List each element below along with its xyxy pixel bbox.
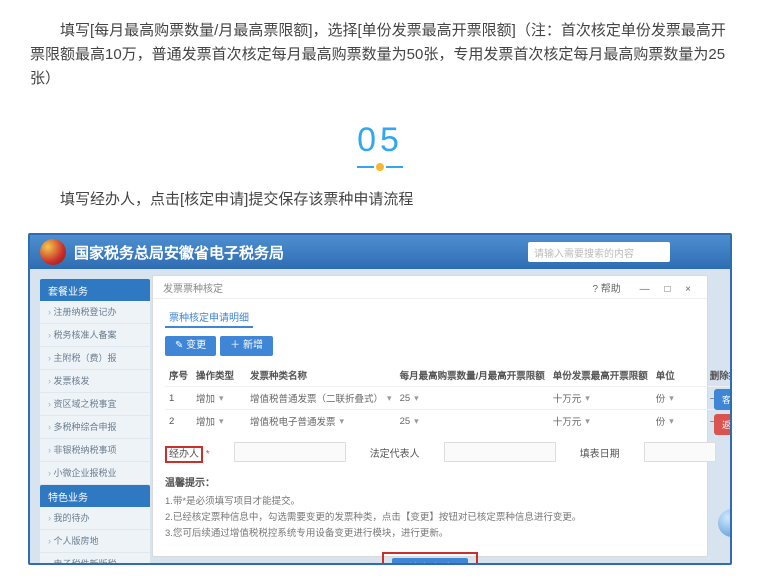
col-unit: 单位	[652, 364, 706, 387]
screenshot-container: 国家税务总局安徽省电子税务局 请输入需要搜索的内容 套餐业务 注册纳税登记办 税…	[28, 233, 732, 565]
sidebar-group-title-1: 套餐业务	[40, 279, 150, 301]
date-input[interactable]	[644, 442, 716, 462]
legal-input[interactable]	[444, 442, 556, 462]
tip-line: 1.带*是必须填写项目才能提交。	[165, 494, 695, 510]
sidebar-item[interactable]: 非银税纳税事项	[40, 439, 150, 462]
op-select[interactable]: 增加	[196, 391, 242, 405]
col-op: 操作类型	[192, 364, 246, 387]
help-link[interactable]: ? 帮助	[592, 284, 620, 295]
sidebar-item[interactable]: 小微企业报税业	[40, 462, 150, 485]
legal-label: 法定代表人	[370, 445, 420, 460]
unit-select[interactable]: 份	[656, 414, 702, 428]
unit-select[interactable]: 份	[656, 391, 702, 405]
handler-label: 经办人 *	[165, 445, 210, 460]
submit-button[interactable]: 核定申请	[392, 558, 468, 565]
app-header: 国家税务总局安徽省电子税务局 请输入需要搜索的内容	[30, 235, 730, 269]
tips-block: 温馨提示： 1.带*是必须填写项目才能提交。 2.已经核定票种信息中，勾选需要变…	[165, 476, 695, 542]
limit-select[interactable]: 十万元	[553, 414, 599, 428]
sidebar-item[interactable]: 主附税（费）报	[40, 347, 150, 370]
op-select[interactable]: 增加	[196, 414, 242, 428]
cell-no: 2	[165, 410, 192, 433]
search-placeholder: 请输入需要搜索的内容	[534, 245, 634, 260]
sidebar-item[interactable]: 个人版房地	[40, 530, 150, 553]
customer-service-tag[interactable]: 客服	[714, 389, 732, 410]
invoice-table: 序号 操作类型 发票种类名称 每月最高购票数量/月最高开票限额 单份发票最高开票…	[165, 364, 732, 432]
qty-select[interactable]: 25	[400, 416, 446, 427]
window-controls[interactable]: — □ ×	[640, 284, 697, 295]
sidebar-item[interactable]: 资区域之税事宜	[40, 393, 150, 416]
intro-paragraph: 填写[每月最高购票数量/月最高票限额]，选择[单份发票最高开票限额]（注：首次核…	[0, 15, 760, 97]
national-emblem-icon	[40, 239, 66, 265]
back-tag[interactable]: 返回	[714, 414, 732, 435]
table-row: 1 增加 增值税普通发票（二联折叠式） 25 十万元 份 –	[165, 387, 732, 410]
sidebar-list-1: 注册纳税登记办 税务核准人备案 主附税（费）报 发票核发 资区域之税事宜 多税种…	[40, 301, 150, 485]
kind-select[interactable]: 增值税电子普通发票	[250, 414, 344, 428]
sidebar-item[interactable]: 发票核发	[40, 370, 150, 393]
form-fields: 经办人 * 法定代表人 填表日期	[165, 442, 695, 462]
edit-button[interactable]: ✎ 变更	[165, 336, 216, 356]
cell-no: 1	[165, 387, 192, 410]
search-input[interactable]: 请输入需要搜索的内容	[528, 242, 670, 262]
step-divider	[357, 166, 403, 168]
floating-helpers: 客服 返回	[714, 389, 732, 439]
sidebar: 套餐业务 注册纳税登记办 税务核准人备案 主附税（费）报 发票核发 资区域之税事…	[40, 279, 150, 553]
col-delete: 删除操作	[706, 364, 732, 387]
assistant-robot-icon[interactable]	[718, 509, 732, 537]
date-label: 填表日期	[580, 445, 620, 460]
modal-title: 发票票种核定	[163, 280, 223, 295]
sidebar-group-title-2: 特色业务	[40, 485, 150, 507]
sidebar-list-2: 我的待办 个人版房地 电子税件新版税 设备服电子发票 财政电子政策月	[40, 507, 150, 565]
sidebar-item[interactable]: 注册纳税登记办	[40, 301, 150, 324]
col-limit: 单份发票最高开票限额	[549, 364, 652, 387]
col-qty: 每月最高购票数量/月最高开票限额	[396, 364, 549, 387]
tip-line: 2.已经核定票种信息中，勾选需要变更的发票种类，点击【变更】按钮对已核定票种信息…	[165, 510, 695, 526]
sidebar-item[interactable]: 我的待办	[40, 507, 150, 530]
app-title: 国家税务总局安徽省电子税务局	[74, 242, 284, 263]
step-number: 05	[0, 121, 760, 160]
limit-select[interactable]: 十万元	[553, 391, 599, 405]
sidebar-item[interactable]: 税务核准人备案	[40, 324, 150, 347]
tip-line: 3.您可后续通过增值税税控系统专用设备变更进行模块，进行更新。	[165, 526, 695, 542]
handler-input[interactable]	[234, 442, 346, 462]
col-no: 序号	[165, 364, 192, 387]
sidebar-item[interactable]: 多税种综合申报	[40, 416, 150, 439]
tips-title: 温馨提示：	[165, 476, 695, 492]
table-row: 2 增加 增值税电子普通发票 25 十万元 份 –	[165, 410, 732, 433]
submit-highlight: 核定申请	[382, 552, 478, 565]
qty-select[interactable]: 25	[400, 393, 446, 404]
step-instruction: 填写经办人，点击[核定申请]提交保存该票种申请流程	[0, 184, 760, 218]
add-button[interactable]: ＋ 新增	[220, 336, 273, 356]
kind-select[interactable]: 增值税普通发票（二联折叠式）	[250, 391, 392, 405]
sidebar-item[interactable]: 电子税件新版税	[40, 553, 150, 565]
col-kind: 发票种类名称	[246, 364, 396, 387]
tab-detail[interactable]: 票种核定申请明细	[165, 307, 253, 328]
modal-invoice-type: 发票票种核定 ? 帮助 — □ × 票种核定申请明细 ✎ 变更 ＋ 新增	[152, 275, 708, 557]
